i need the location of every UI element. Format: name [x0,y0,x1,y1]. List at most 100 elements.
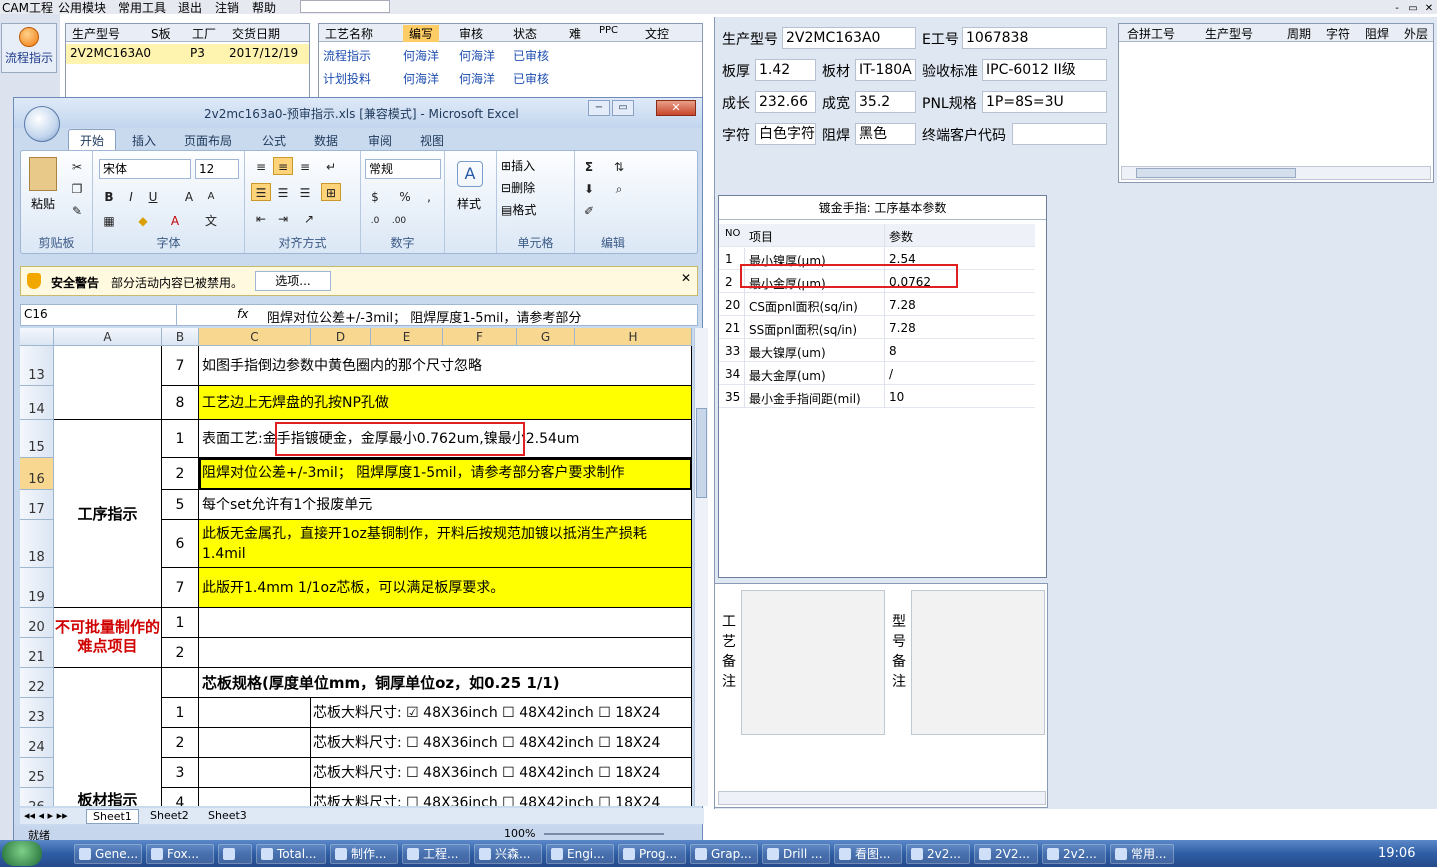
grow-font-icon[interactable]: A [179,187,199,205]
sheet-tab-3[interactable]: Sheet3 [202,809,253,822]
align-right-icon[interactable]: ☰ [295,183,315,201]
align-top-icon[interactable]: ≡ [251,157,271,175]
col-ppc[interactable]: PPC [599,25,618,36]
tab-home[interactable]: 开始 [80,132,104,149]
col-header-a[interactable]: A [54,328,162,346]
cell[interactable] [199,758,311,788]
cell[interactable]: 工艺边上无焊盘的孔按NP孔做 [199,386,692,420]
cell[interactable]: 此板无金属孔，直接开1oz基铜制作，开料后按规范加镀以抵消生产损耗 1.4mil [199,520,692,568]
sheet-tab-2[interactable]: Sheet2 [144,809,195,822]
clear-icon[interactable]: ✐ [579,201,599,219]
col-process[interactable]: 工艺名称 [325,25,373,42]
comma-icon[interactable]: , [419,187,439,205]
percent-icon[interactable]: % [395,187,415,205]
row-header[interactable]: 19 [20,568,54,608]
cell[interactable]: 7 [162,568,199,608]
taskbar-item[interactable]: 2V2... [974,844,1038,864]
row-header[interactable]: 14 [20,386,54,420]
cut-icon[interactable]: ✂ [67,157,87,175]
format-cells-button[interactable]: ▤格式 [501,201,536,218]
merged-cell-process[interactable]: 工序指示 [54,420,162,608]
insert-cells-button[interactable]: ⊞插入 [501,157,535,174]
fill-color-icon[interactable]: ◆ [133,211,153,229]
row-header[interactable]: 15 [20,420,54,458]
taskbar-item[interactable]: Drill ... [762,844,830,864]
taskbar-item[interactable]: Engi... [546,844,614,864]
menu-tools[interactable]: 常用工具 [118,0,166,16]
col-char[interactable]: 字符 [1326,25,1350,42]
tab-formulas[interactable]: 公式 [262,132,286,149]
taskbar-item[interactable]: 工程... [402,844,470,864]
autosum-icon[interactable]: Σ [579,157,599,175]
cell[interactable]: 6 [162,520,199,568]
tab-review[interactable]: 审阅 [368,132,392,149]
security-options-button[interactable]: 选项... [255,271,331,291]
decrease-indent-icon[interactable]: ⇤ [251,209,271,227]
cell[interactable]: 芯板规格(厚度单位mm，铜厚单位oz，如0.25 1/1) [199,668,692,698]
cell[interactable]: 5 [162,490,199,520]
row-header[interactable]: 17 [20,490,54,520]
core-size-cell[interactable]: 芯板大料尺寸: ☐ 48X36inch ☐ 48X42inch ☐ 18X24 [311,728,692,758]
model-field[interactable]: 2V2MC163A0 [782,27,916,49]
col-doc[interactable]: 文控 [645,25,669,42]
row-header[interactable]: 20 [20,608,54,638]
cell[interactable] [199,608,692,638]
col-reviewer[interactable]: 审核 [459,25,483,42]
styles-button[interactable]: 样式 [457,195,481,212]
customer-field[interactable] [1012,123,1107,145]
cell[interactable] [199,638,692,668]
menu-logout[interactable]: 注销 [215,0,239,16]
row-header[interactable]: 22 [20,668,54,698]
border-icon[interactable]: ▦ [99,211,119,229]
start-button[interactable] [2,841,42,866]
cell[interactable]: 1 [162,698,199,728]
font-color-icon[interactable]: A [165,211,185,229]
cell[interactable]: 1 [162,420,199,458]
cell[interactable] [54,346,162,420]
col-delivery[interactable]: 交货日期 [232,25,280,42]
core-size-cell[interactable]: 芯板大料尺寸: ☐ 48X36inch ☐ 48X42inch ☐ 18X24 [311,788,692,806]
flow-indicator-button[interactable]: 流程指示 [1,23,57,73]
align-bottom-icon[interactable]: ≡ [295,157,315,175]
core-size-cell[interactable]: 芯板大料尺寸: ☑ 48X36inch ☐ 48X42inch ☐ 18X24 [311,698,692,728]
merged-cell-difficulty[interactable]: 不可批量制作的难点项目 [54,608,162,668]
merge-center-icon[interactable]: ⊞ [321,183,341,201]
sheet-tab-1[interactable]: Sheet1 [86,809,139,824]
menu-exit[interactable]: 退出 [178,0,202,16]
core-size-cell[interactable]: 芯板大料尺寸: ☐ 48X36inch ☐ 48X42inch ☐ 18X24 [311,758,692,788]
styles-icon[interactable]: A [457,161,483,187]
tab-page-layout[interactable]: 页面布局 [184,132,232,149]
currency-icon[interactable]: $ [365,187,385,205]
format-painter-icon[interactable]: ✎ [67,201,87,219]
formula-input[interactable]: 阻焊对位公差+/-3mil； 阻焊厚度1-5mil，请参考部分 [267,307,581,326]
col-status[interactable]: 状态 [513,25,537,42]
cell[interactable] [199,728,311,758]
taskbar-item[interactable]: Gene... [74,844,142,864]
phonetic-icon[interactable]: 文 [201,211,221,229]
active-cell[interactable]: 阻焊对位公差+/-3mil； 阻焊厚度1-5mil，请参考部分客户要求制作 [199,458,692,490]
shrink-font-icon[interactable]: A [201,187,221,205]
standard-field[interactable]: IPC-6012 II级 [982,59,1107,81]
paste-button[interactable]: 粘贴 [31,195,55,212]
paste-icon[interactable] [29,157,57,191]
font-name-select[interactable]: 宋体 [99,159,191,179]
row-header[interactable]: 25 [20,758,54,788]
table-row[interactable]: 20 CS面pnl面积(sq/in) 7.28 [719,293,1035,316]
align-left-icon[interactable]: ☰ [251,183,271,201]
font-size-select[interactable]: 12 [195,159,239,179]
cell[interactable] [199,788,311,806]
material-field[interactable]: IT-180A [855,59,916,81]
cell[interactable] [199,698,311,728]
row-header[interactable]: 23 [20,698,54,728]
close-icon[interactable]: ✕ [681,271,691,285]
menu-public-module[interactable]: 公用模块 [58,0,106,16]
taskbar-item[interactable]: Prog... [618,844,686,864]
char-field[interactable]: 白色字符 [755,123,816,145]
process-note-field[interactable] [741,590,885,735]
clock[interactable]: 19:06 [1378,846,1415,861]
cell[interactable]: 3 [162,758,199,788]
table-row[interactable]: 21 SS面pnl面积(sq/in) 7.28 [719,316,1035,339]
taskbar-item[interactable]: 常用... [1110,844,1174,864]
name-box[interactable]: C16 [21,305,177,325]
col-merge-model[interactable]: 生产型号 [1205,25,1253,42]
